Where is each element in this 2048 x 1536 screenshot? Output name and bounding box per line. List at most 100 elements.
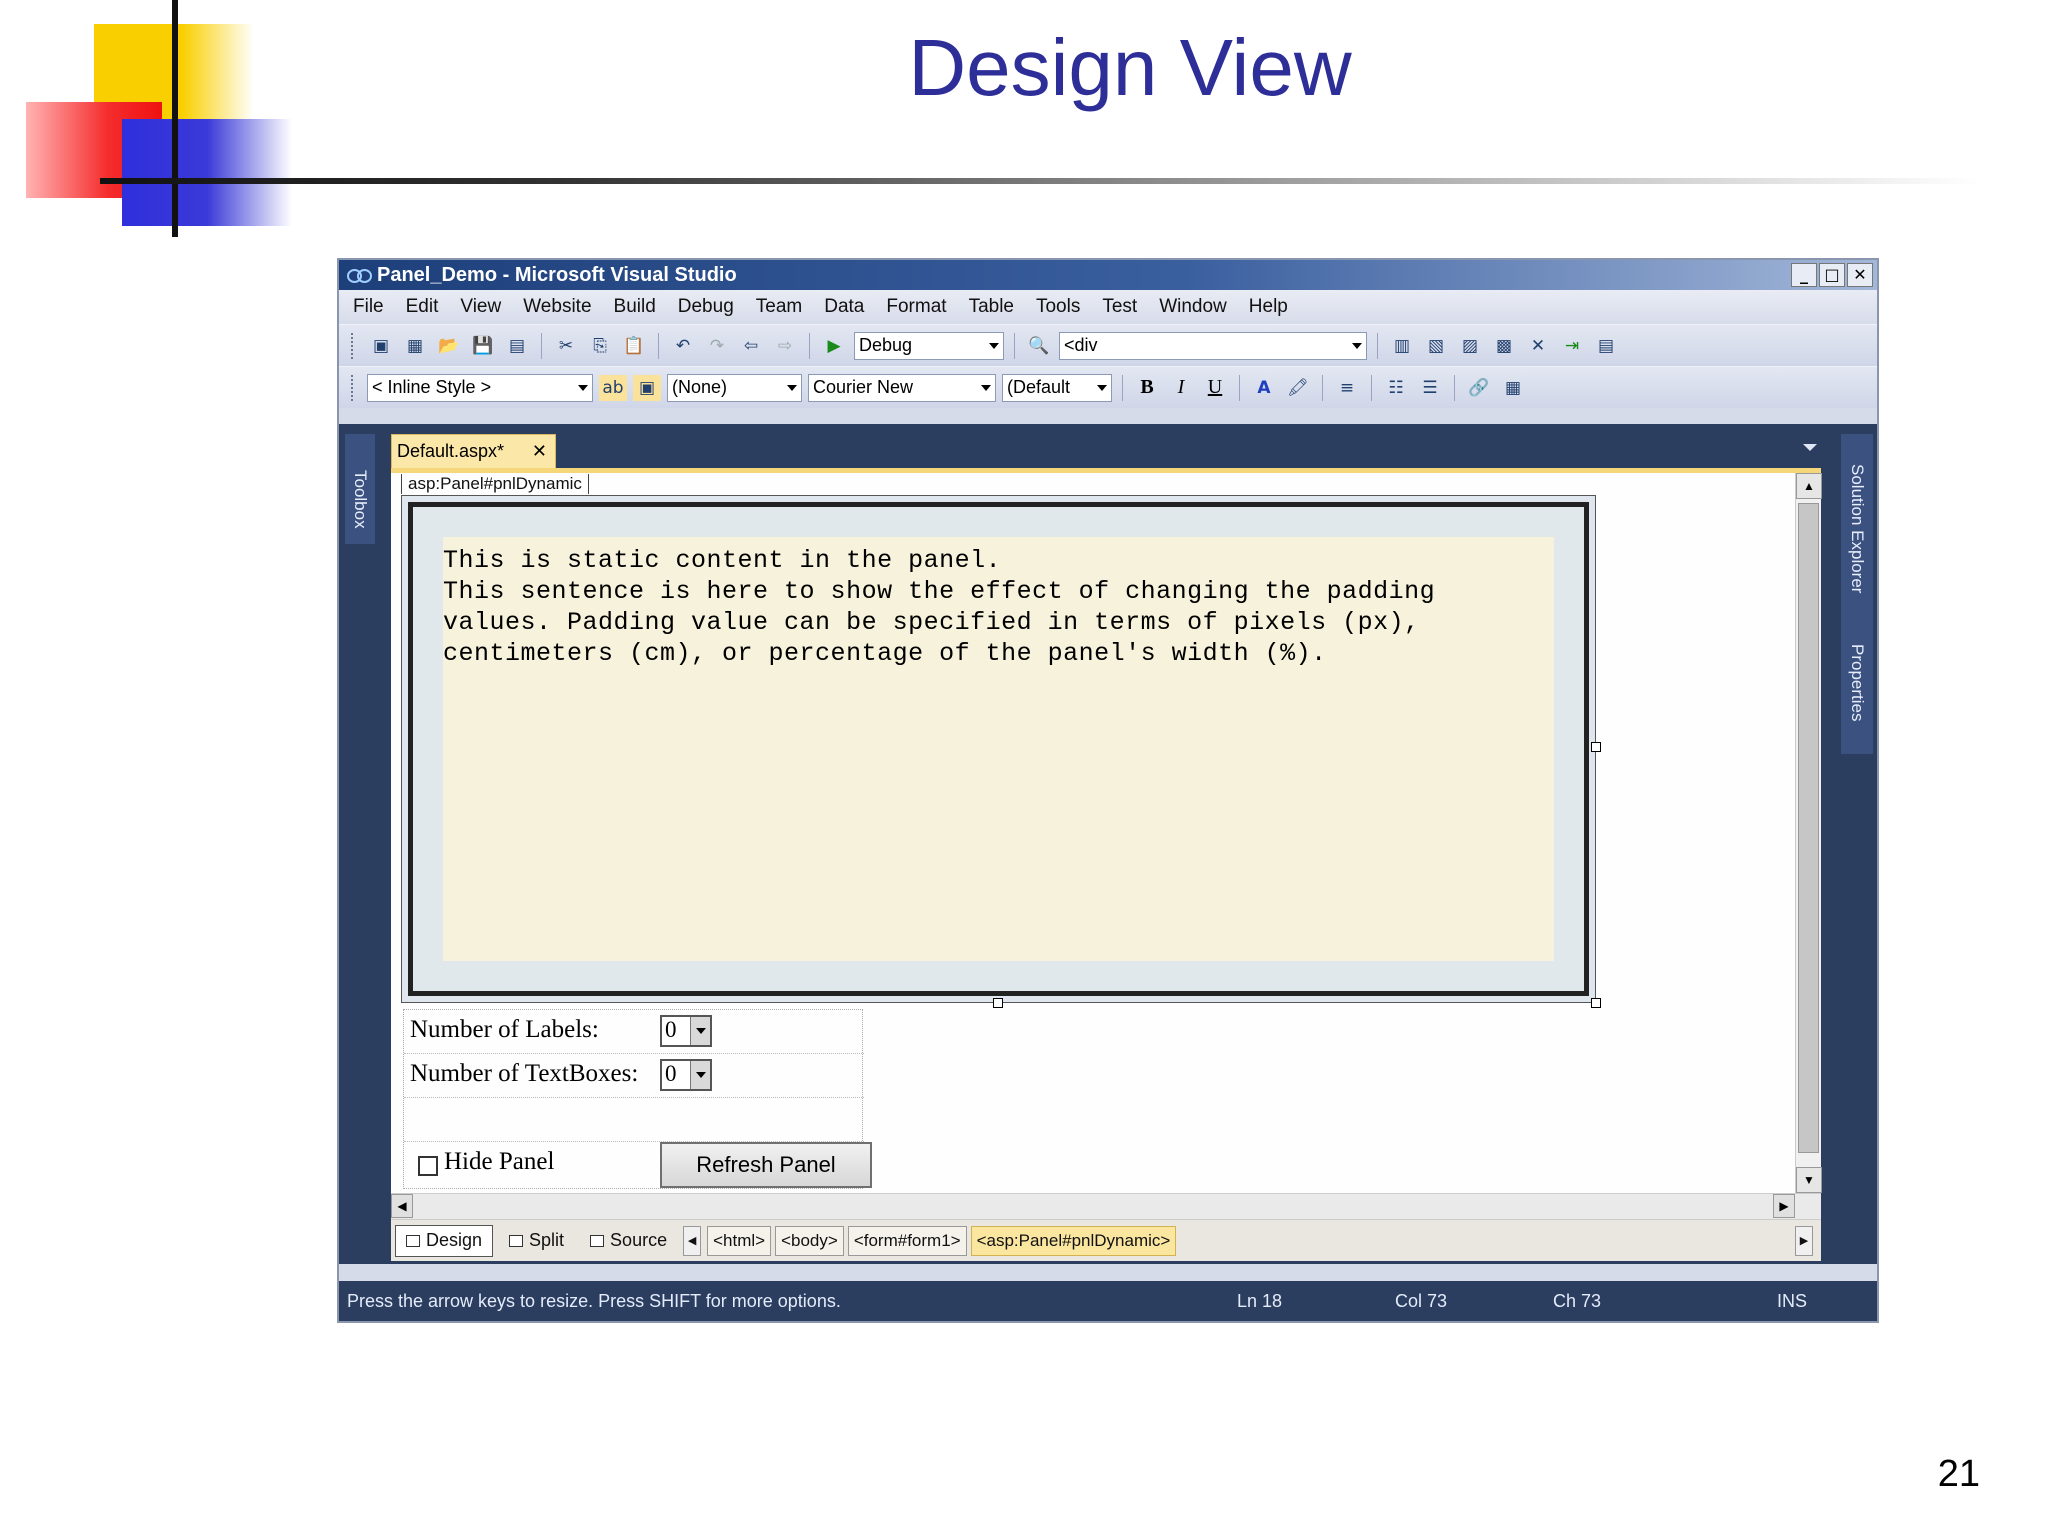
- menu-test[interactable]: Test: [1102, 296, 1137, 318]
- menu-debug[interactable]: Debug: [678, 296, 734, 318]
- menu-format[interactable]: Format: [886, 296, 946, 318]
- block-format-select[interactable]: (None): [667, 373, 802, 402]
- properties-tab[interactable]: Properties: [1847, 644, 1867, 721]
- menu-edit[interactable]: Edit: [406, 296, 439, 318]
- breadcrumb-body[interactable]: <body>: [775, 1225, 844, 1256]
- scroll-left-icon[interactable]: ◀: [391, 1194, 413, 1218]
- breadcrumb-form[interactable]: <form#form1>: [847, 1225, 967, 1256]
- panel-text-line: values. Padding value can be specified i…: [443, 608, 1420, 637]
- solution-explorer-icon[interactable]: ▥: [1388, 333, 1416, 359]
- bold-button[interactable]: B: [1133, 374, 1161, 402]
- open-folder-icon[interactable]: 📂: [435, 333, 463, 359]
- menu-file[interactable]: File: [353, 296, 384, 318]
- tab-design[interactable]: Design: [395, 1224, 494, 1257]
- vertical-scrollbar[interactable]: ▲ ▼: [1795, 473, 1822, 1193]
- refresh-panel-button[interactable]: Refresh Panel: [660, 1142, 872, 1188]
- menu-website[interactable]: Website: [523, 296, 591, 318]
- font-name-select[interactable]: Courier New: [808, 373, 996, 402]
- add-item-icon[interactable]: ▦: [401, 333, 429, 359]
- reuse-styles-icon[interactable]: ▣: [633, 374, 661, 401]
- toolbar-options-icon[interactable]: ▦: [1499, 375, 1527, 401]
- command-window-icon[interactable]: ▤: [1592, 333, 1620, 359]
- resize-handle-bottom[interactable]: [993, 998, 1003, 1008]
- save-all-icon[interactable]: ▤: [503, 333, 531, 359]
- menu-data[interactable]: Data: [824, 296, 864, 318]
- save-icon[interactable]: 💾: [469, 333, 497, 359]
- scroll-thumb[interactable]: [1798, 503, 1819, 1153]
- block-format-value: (None): [672, 377, 728, 397]
- undo-icon[interactable]: ↶: [669, 333, 697, 359]
- bulleted-list-icon[interactable]: ☰: [1416, 375, 1444, 401]
- tab-dropdown-icon[interactable]: [1803, 444, 1817, 451]
- horizontal-scrollbar[interactable]: ◀ ▶: [391, 1193, 1821, 1219]
- design-surface[interactable]: asp:Panel#pnlDynamic This is static cont…: [391, 468, 1822, 1261]
- style-application-icon[interactable]: ab: [599, 374, 627, 401]
- resize-handle-right[interactable]: [1591, 742, 1601, 752]
- navigate-forward-icon[interactable]: ⇨: [771, 333, 799, 359]
- font-size-select[interactable]: (Default: [1002, 373, 1112, 402]
- properties-window-icon[interactable]: ▧: [1422, 333, 1450, 359]
- start-debugging-icon[interactable]: ▶: [820, 333, 848, 359]
- close-tab-icon[interactable]: ✕: [532, 441, 547, 462]
- close-button[interactable]: ✕: [1847, 263, 1873, 287]
- minimize-button[interactable]: _: [1791, 263, 1817, 287]
- numbered-list-icon[interactable]: ☷: [1382, 375, 1410, 401]
- italic-button[interactable]: I: [1167, 374, 1195, 402]
- toolbox-window-icon[interactable]: ▩: [1490, 333, 1518, 359]
- toolbar-grip-2[interactable]: [351, 374, 355, 401]
- target-select[interactable]: <div: [1059, 331, 1367, 360]
- scroll-right-icon[interactable]: ▶: [1773, 1194, 1795, 1218]
- copy-icon[interactable]: ⎘: [586, 333, 614, 359]
- target-rule-select[interactable]: < Inline Style >: [367, 373, 593, 402]
- tab-split[interactable]: Split: [499, 1225, 574, 1257]
- paste-icon[interactable]: 📋: [620, 333, 648, 359]
- hide-panel-checkbox[interactable]: [418, 1156, 438, 1176]
- background-color-icon[interactable]: 🖍: [1284, 375, 1312, 401]
- start-page-icon[interactable]: ⇥: [1558, 333, 1586, 359]
- cut-icon[interactable]: ✂: [552, 333, 580, 359]
- resize-handle-corner[interactable]: [1591, 998, 1601, 1008]
- menu-table[interactable]: Table: [969, 296, 1014, 318]
- solution-configuration-select[interactable]: Debug: [854, 331, 1004, 360]
- hyperlink-icon[interactable]: 🔗: [1465, 375, 1493, 401]
- tab-source[interactable]: Source: [580, 1225, 677, 1257]
- selected-tag-label: asp:Panel#pnlDynamic: [401, 474, 589, 494]
- find-in-files-icon[interactable]: 🔍: [1025, 333, 1053, 359]
- align-left-icon[interactable]: ≡: [1333, 375, 1361, 401]
- status-message: Press the arrow keys to resize. Press SH…: [347, 1291, 841, 1311]
- panel-text-line: This is static content in the panel.: [443, 546, 1002, 575]
- new-project-icon[interactable]: ▣: [367, 333, 395, 359]
- solution-configuration-value: Debug: [859, 335, 913, 355]
- menu-window[interactable]: Window: [1159, 296, 1227, 318]
- scroll-down-icon[interactable]: ▼: [1796, 1167, 1822, 1193]
- toolbar-grip[interactable]: [351, 332, 355, 359]
- menu-team[interactable]: Team: [756, 296, 802, 318]
- maximize-button[interactable]: □: [1819, 263, 1845, 287]
- menu-build[interactable]: Build: [614, 296, 656, 318]
- breadcrumb-panel[interactable]: <asp:Panel#pnlDynamic>: [970, 1225, 1177, 1256]
- solution-explorer-tab[interactable]: Solution Explorer: [1847, 464, 1867, 593]
- redo-icon[interactable]: ↷: [703, 333, 731, 359]
- menu-tools[interactable]: Tools: [1036, 296, 1080, 318]
- textboxes-count-select[interactable]: 0: [660, 1059, 712, 1091]
- tab-default-aspx[interactable]: Default.aspx* ✕: [391, 434, 556, 468]
- object-browser-icon[interactable]: ▨: [1456, 333, 1484, 359]
- breadcrumb-forward-icon[interactable]: ▶: [1795, 1225, 1813, 1256]
- ide-main-area: Toolbox Solution Explorer Properties Def…: [339, 424, 1877, 1264]
- underline-button[interactable]: U: [1201, 374, 1229, 402]
- menu-view[interactable]: View: [460, 296, 501, 318]
- labels-count-select[interactable]: 0: [660, 1015, 712, 1047]
- navigate-backward-icon[interactable]: ⇦: [737, 333, 765, 359]
- toolbox-tab[interactable]: Toolbox: [345, 434, 375, 544]
- scroll-up-icon[interactable]: ▲: [1796, 473, 1822, 499]
- panel-pnlDynamic[interactable]: This is static content in the panel. Thi…: [401, 495, 1601, 1008]
- panel-content[interactable]: This is static content in the panel. Thi…: [443, 537, 1554, 961]
- breadcrumb-back-icon[interactable]: ◀: [683, 1225, 702, 1256]
- tools-icon[interactable]: ✕: [1524, 333, 1552, 359]
- font-size-value: (Default: [1007, 377, 1071, 397]
- breadcrumb-html[interactable]: <html>: [707, 1225, 772, 1256]
- window-titlebar[interactable]: Panel_Demo - Microsoft Visual Studio _ □…: [339, 260, 1877, 290]
- window-title: Panel_Demo - Microsoft Visual Studio: [377, 263, 737, 286]
- menu-help[interactable]: Help: [1249, 296, 1288, 318]
- foreground-color-icon[interactable]: A: [1250, 375, 1278, 401]
